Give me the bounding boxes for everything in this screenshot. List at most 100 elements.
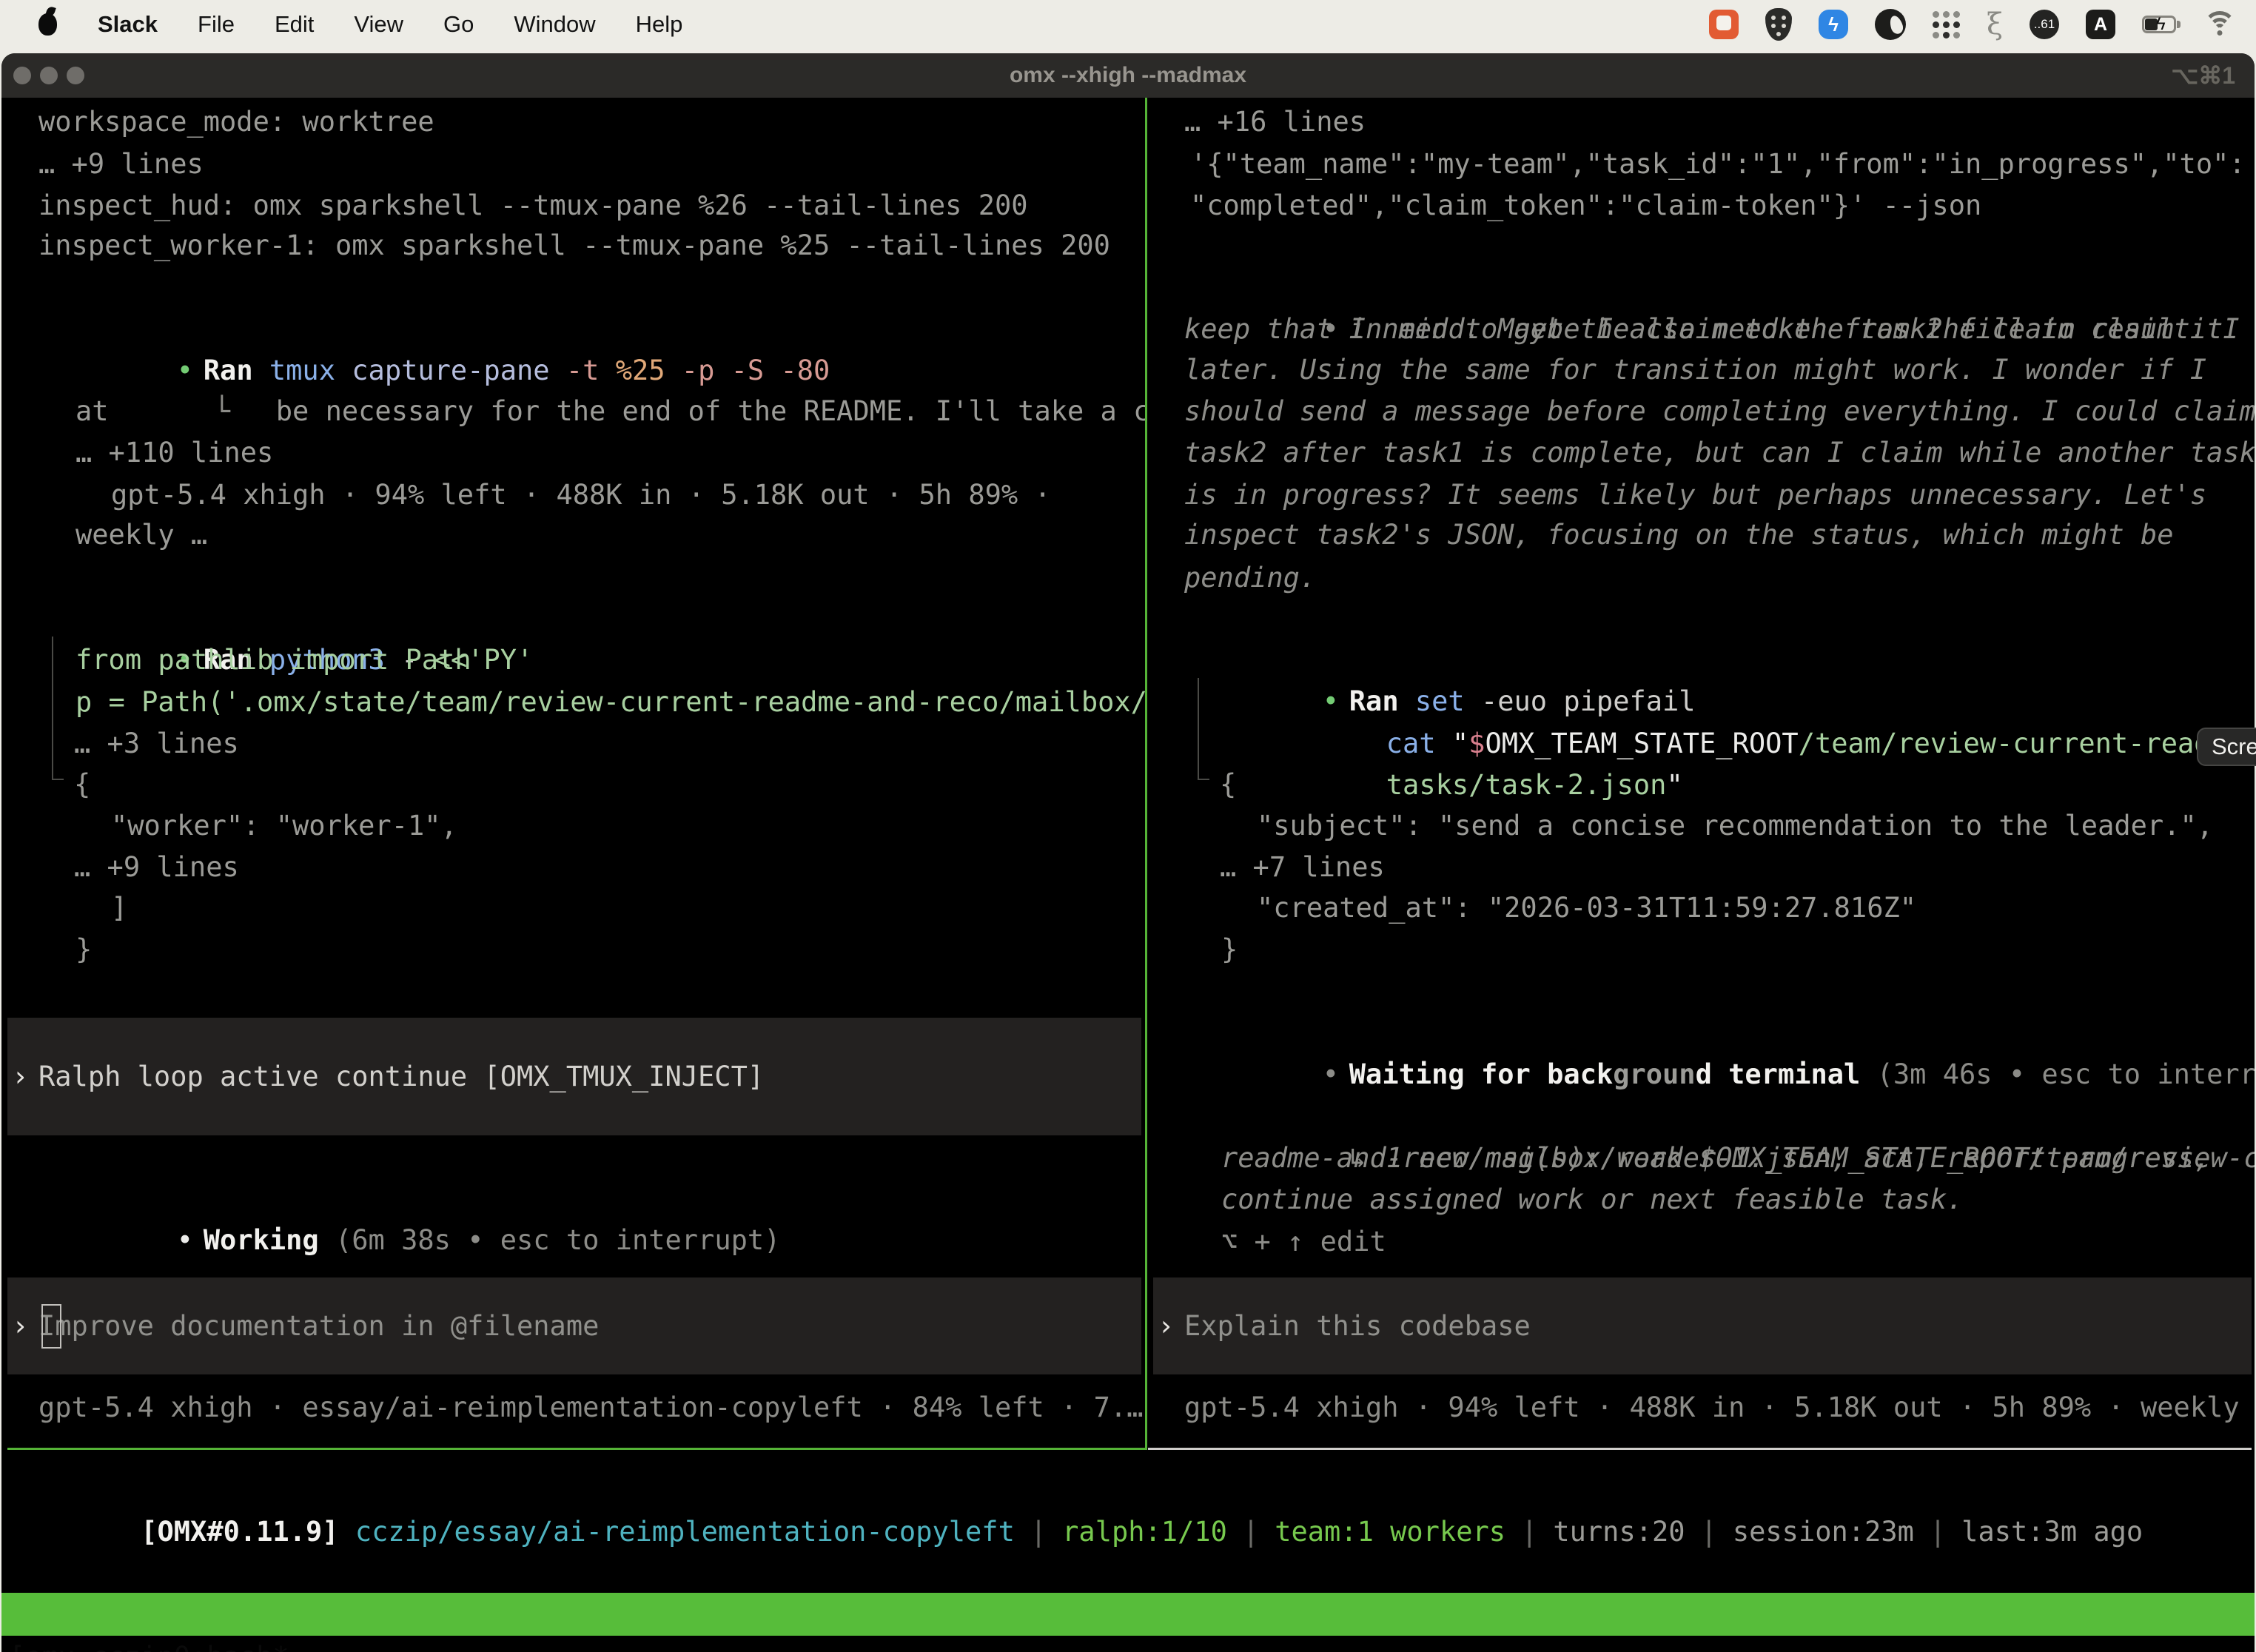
thinking-text: pending. (1184, 557, 1316, 599)
prompt-chevron: › (7, 1061, 38, 1092)
inject-banner-text: Ralph loop active continue [OMX_TMUX_INJ… (38, 1061, 764, 1092)
bullet-icon: • (1323, 1054, 1349, 1095)
command-output: { (74, 764, 90, 805)
tmux-session-name: [omx-cczip0:bash* (9, 1636, 289, 1652)
omx-last: last:3m ago (1961, 1516, 2143, 1548)
python-code-line: from pathlib import Path (75, 639, 471, 681)
code-block-connector (1198, 678, 1199, 780)
menu-view[interactable]: View (334, 11, 423, 38)
crescent-app-icon[interactable] (1875, 9, 1906, 40)
ran-python-command: •Ran python3 - <<'PY' (12, 598, 533, 639)
text-cursor (41, 1304, 61, 1349)
prompt-input-left[interactable]: › Improve documentation in @filename (7, 1277, 1141, 1374)
command-output: … +110 lines (75, 432, 273, 474)
code-block-connector-foot (1198, 779, 1209, 780)
command-output: … +7 lines (1220, 847, 1385, 888)
omx-version: [OMX#0.11.9] (141, 1516, 355, 1548)
pane-border-bottom-right (1148, 1448, 2252, 1450)
working-status: •Working (6m 38s • esc to interrupt) (12, 1178, 780, 1220)
menu-app-name[interactable]: Slack (78, 11, 178, 38)
prompt-input-right[interactable]: › Explain this codebase (1153, 1277, 2252, 1374)
omx-team: team:1 workers (1275, 1516, 1505, 1548)
input-placeholder: Improve documentation in @filename (38, 1310, 599, 1342)
mailbox-note: readme-and-reco/mailbox/worker-1.json, a… (1221, 1138, 2211, 1179)
apple-icon[interactable] (38, 13, 57, 36)
hud-line: workspace_mode: worktree (38, 101, 434, 143)
screen: Slack File Edit View Go Window Help ϟ ξ … (0, 0, 2256, 1652)
battery-icon[interactable]: ϟ (2142, 16, 2176, 33)
squiggle-icon[interactable]: ξ (1987, 7, 2003, 41)
pane-border-bottom-left (7, 1448, 1146, 1450)
thinking-text: •I need to get the claim token from the … (1158, 267, 2255, 309)
menu-help[interactable]: Help (616, 11, 703, 38)
thinking-text: should send a message before completing … (1184, 391, 2255, 432)
pane-hud[interactable]: workspace_mode: worktree … +9 lines insp… (1, 98, 1146, 1449)
hud-line: inspect_hud: omx sparkshell --tmux-pane … (38, 185, 1028, 226)
thinking-text: is in progress? It seems likely but perh… (1184, 474, 2206, 516)
python-code-line: p = Path('.omx/state/team/review-current… (75, 682, 1146, 723)
worker-line: "completed","claim_token":"claim-token"}… (1190, 185, 1981, 226)
input-source-icon[interactable]: A (2086, 10, 2115, 39)
omx-turns: turns:20 (1553, 1516, 1685, 1548)
bullet-icon: • (177, 1220, 204, 1261)
thinking-text: keep that in mind. Maybe I also need the… (1184, 309, 2223, 350)
worker-line: '{"team_name":"my-team","task_id":"1","f… (1190, 144, 2246, 185)
tmux-status-bar: [omx-cczip0:bash* "MacBook-Pro-44.local"… (1, 1593, 2255, 1636)
ran-set-command: •Ran set -euo pipefail (1158, 639, 1696, 681)
chat-app-icon[interactable] (1709, 10, 1739, 39)
countdown-badge-icon[interactable]: ..61 (2030, 10, 2059, 39)
command-output: "subject": "send a concise recommendatio… (1257, 805, 2213, 847)
pane-divider-vertical[interactable] (1145, 98, 1147, 1450)
command-output: … +9 lines (74, 847, 239, 888)
command-output: └be necessary for the end of the README.… (49, 349, 1146, 391)
code-block-connector (52, 637, 53, 780)
menu-window[interactable]: Window (494, 11, 615, 38)
command-output: { (1220, 764, 1236, 805)
command-output: } (1221, 929, 1238, 970)
menu-bar: Slack File Edit View Go Window Help ϟ ξ … (0, 0, 2256, 49)
terminal-content: workspace_mode: worktree … +9 lines insp… (1, 98, 2255, 1652)
command-output: } (75, 929, 92, 970)
command-output: ] (111, 887, 127, 929)
dots-grid-icon[interactable] (1933, 11, 1960, 38)
prompt-chevron: › (1153, 1310, 1184, 1342)
thinking-text: later. Using the same for transition mig… (1184, 349, 2206, 391)
omx-session: session:23m (1733, 1516, 1914, 1548)
thinking-text: inspect task2's JSON, focusing on the st… (1184, 514, 2174, 556)
waiting-status: •Waiting for background terminal (3m 46s… (1158, 1013, 2255, 1054)
wifi-icon[interactable] (2203, 11, 2237, 38)
edit-hint: ⌥ + ↑ edit (1221, 1221, 1386, 1263)
inject-banner: › Ralph loop active continue [OMX_TMUX_I… (7, 1018, 1141, 1135)
pane-worker[interactable]: … +16 lines '{"team_name":"my-team","tas… (1147, 98, 2255, 1449)
window-titlebar[interactable]: omx --xhigh --madmax ⌥⌘1 (1, 53, 2255, 98)
menu-file[interactable]: File (178, 11, 255, 38)
omx-ralph: ralph:1/10 (1062, 1516, 1227, 1548)
command-output: "created_at": "2026-03-31T11:59:27.816Z" (1257, 887, 1916, 929)
input-placeholder: Explain this codebase (1184, 1310, 1531, 1342)
omx-status-line: [OMX#0.11.9] cczip/essay/ai-reimplementa… (9, 1470, 2143, 1511)
code-block-connector-foot (52, 779, 64, 780)
cat-command-line: tasks/task-2.json" (1221, 723, 1683, 765)
thinking-text: task2 after task1 is complete, but can I… (1184, 432, 2255, 474)
model-status-right: gpt-5.4 xhigh · 94% left · 488K in · 5.1… (1184, 1387, 2255, 1428)
mailbox-note: continue assigned work or next feasible … (1221, 1179, 1963, 1220)
model-status-left: gpt-5.4 xhigh · essay/ai-reimplementatio… (38, 1387, 1143, 1428)
terminal-window: omx --xhigh --madmax ⌥⌘1 workspace_mode:… (1, 53, 2255, 1652)
omx-project: cczip/essay/ai-reimplementation-copyleft (355, 1516, 1015, 1548)
command-output: at (75, 391, 109, 432)
screen-share-tooltip: Scre (2197, 728, 2256, 766)
command-output: "worker": "worker-1", (111, 805, 457, 847)
menu-go[interactable]: Go (423, 11, 494, 38)
hud-line: inspect_worker-1: omx sparkshell --tmux-… (38, 225, 1110, 266)
window-shortcut-hint: ⌥⌘1 (2171, 53, 2235, 98)
shield-icon[interactable] (1765, 8, 1792, 41)
worker-line: … +16 lines (1184, 101, 1366, 143)
menu-edit[interactable]: Edit (255, 11, 334, 38)
command-output: … +3 lines (74, 723, 239, 765)
vpn-icon[interactable]: ϟ (1819, 10, 1848, 39)
cat-command-line: cat "$OMX_TEAM_STATE_ROOT/team/review-cu… (1221, 682, 2255, 723)
window-title: omx --xhigh --madmax (1, 53, 2255, 98)
hud-line: … +9 lines (38, 144, 204, 185)
command-output: weekly … (75, 514, 207, 556)
mailbox-note: ↳1 new msg(s): read $OMX_TEAM_STATE_ROOT… (1184, 1096, 2255, 1138)
